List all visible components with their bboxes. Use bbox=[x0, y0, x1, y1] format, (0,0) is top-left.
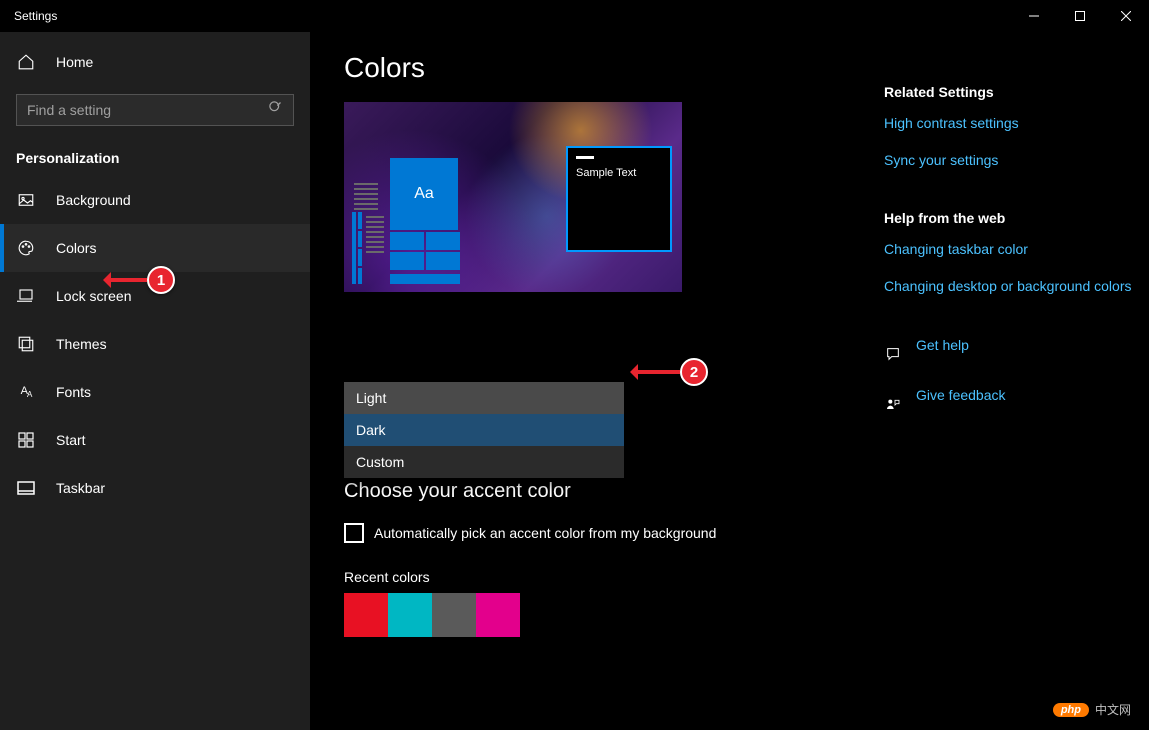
sidebar: Home Personalization Background Colors L… bbox=[0, 32, 310, 730]
content-area: Colors bbox=[310, 32, 1149, 730]
sidebar-item-background[interactable]: Background bbox=[0, 176, 310, 224]
page-title: Colors bbox=[344, 52, 854, 84]
titlebar: Settings bbox=[0, 0, 1149, 32]
home-icon bbox=[16, 52, 36, 72]
fonts-icon: AA bbox=[16, 382, 36, 402]
palette-icon bbox=[16, 238, 36, 258]
preview-sample-text: Sample Text bbox=[576, 167, 662, 179]
dropdown-option-custom[interactable]: Custom bbox=[344, 446, 624, 478]
sidebar-item-label: Fonts bbox=[56, 384, 91, 400]
annotation-badge: 1 bbox=[147, 266, 175, 294]
sidebar-item-start[interactable]: Start bbox=[0, 416, 310, 464]
accent-heading: Choose your accent color bbox=[344, 480, 854, 503]
search-icon bbox=[268, 100, 283, 120]
watermark: php 中文网 bbox=[1053, 701, 1131, 718]
sidebar-item-fonts[interactable]: AA Fonts bbox=[0, 368, 310, 416]
sidebar-item-label: Themes bbox=[56, 336, 107, 352]
dropdown-option-light[interactable]: Light bbox=[344, 382, 624, 414]
sidebar-item-themes[interactable]: Themes bbox=[0, 320, 310, 368]
color-swatch[interactable] bbox=[432, 593, 476, 637]
minimize-button[interactable] bbox=[1011, 0, 1057, 32]
watermark-badge: php bbox=[1053, 703, 1089, 717]
auto-accent-checkbox[interactable] bbox=[344, 523, 364, 543]
color-mode-dropdown[interactable]: Light Dark Custom bbox=[344, 382, 624, 478]
auto-accent-label: Automatically pick an accent color from … bbox=[374, 525, 716, 541]
annotation-2: 2 bbox=[632, 358, 708, 386]
chat-icon bbox=[884, 346, 902, 362]
app-title: Settings bbox=[14, 9, 57, 23]
link-high-contrast[interactable]: High contrast settings bbox=[884, 114, 1144, 133]
color-swatch[interactable] bbox=[344, 593, 388, 637]
color-swatch[interactable] bbox=[476, 593, 520, 637]
preview-sample-window: Sample Text bbox=[566, 146, 672, 252]
recent-colors-row bbox=[344, 593, 854, 637]
color-swatch[interactable] bbox=[388, 593, 432, 637]
search-input[interactable] bbox=[27, 102, 268, 118]
taskbar-icon bbox=[16, 478, 36, 498]
link-taskbar-color[interactable]: Changing taskbar color bbox=[884, 240, 1144, 259]
maximize-button[interactable] bbox=[1057, 0, 1103, 32]
themes-icon bbox=[16, 334, 36, 354]
link-give-feedback[interactable]: Give feedback bbox=[916, 386, 1006, 405]
link-sync-settings[interactable]: Sync your settings bbox=[884, 151, 1144, 170]
sidebar-item-label: Colors bbox=[56, 240, 96, 256]
dropdown-option-dark[interactable]: Dark bbox=[344, 414, 624, 446]
nav-home[interactable]: Home bbox=[0, 40, 310, 84]
feedback-icon bbox=[884, 397, 902, 413]
watermark-text: 中文网 bbox=[1095, 701, 1131, 718]
window-controls bbox=[1011, 0, 1149, 32]
recent-colors-label: Recent colors bbox=[344, 569, 854, 585]
sidebar-item-label: Taskbar bbox=[56, 480, 105, 496]
lockscreen-icon bbox=[16, 286, 36, 306]
link-desktop-bg-colors[interactable]: Changing desktop or background colors bbox=[884, 277, 1144, 296]
annotation-1: 1 bbox=[105, 266, 175, 294]
preview-aa-tile: Aa bbox=[390, 158, 458, 230]
start-icon bbox=[16, 430, 36, 450]
link-get-help[interactable]: Get help bbox=[916, 336, 969, 355]
sidebar-item-label: Background bbox=[56, 192, 131, 208]
color-preview: Aa Sample Text bbox=[344, 102, 682, 292]
nav-home-label: Home bbox=[56, 54, 93, 70]
sidebar-item-label: Start bbox=[56, 432, 86, 448]
category-header: Personalization bbox=[0, 136, 310, 176]
help-header: Help from the web bbox=[884, 210, 1144, 226]
search-box[interactable] bbox=[16, 94, 294, 126]
sidebar-item-colors[interactable]: Colors bbox=[0, 224, 310, 272]
related-header: Related Settings bbox=[884, 84, 1144, 100]
right-rail: Related Settings High contrast settings … bbox=[884, 52, 1144, 730]
sidebar-item-taskbar[interactable]: Taskbar bbox=[0, 464, 310, 512]
auto-accent-row[interactable]: Automatically pick an accent color from … bbox=[344, 523, 854, 543]
picture-icon bbox=[16, 190, 36, 210]
annotation-badge: 2 bbox=[680, 358, 708, 386]
close-button[interactable] bbox=[1103, 0, 1149, 32]
